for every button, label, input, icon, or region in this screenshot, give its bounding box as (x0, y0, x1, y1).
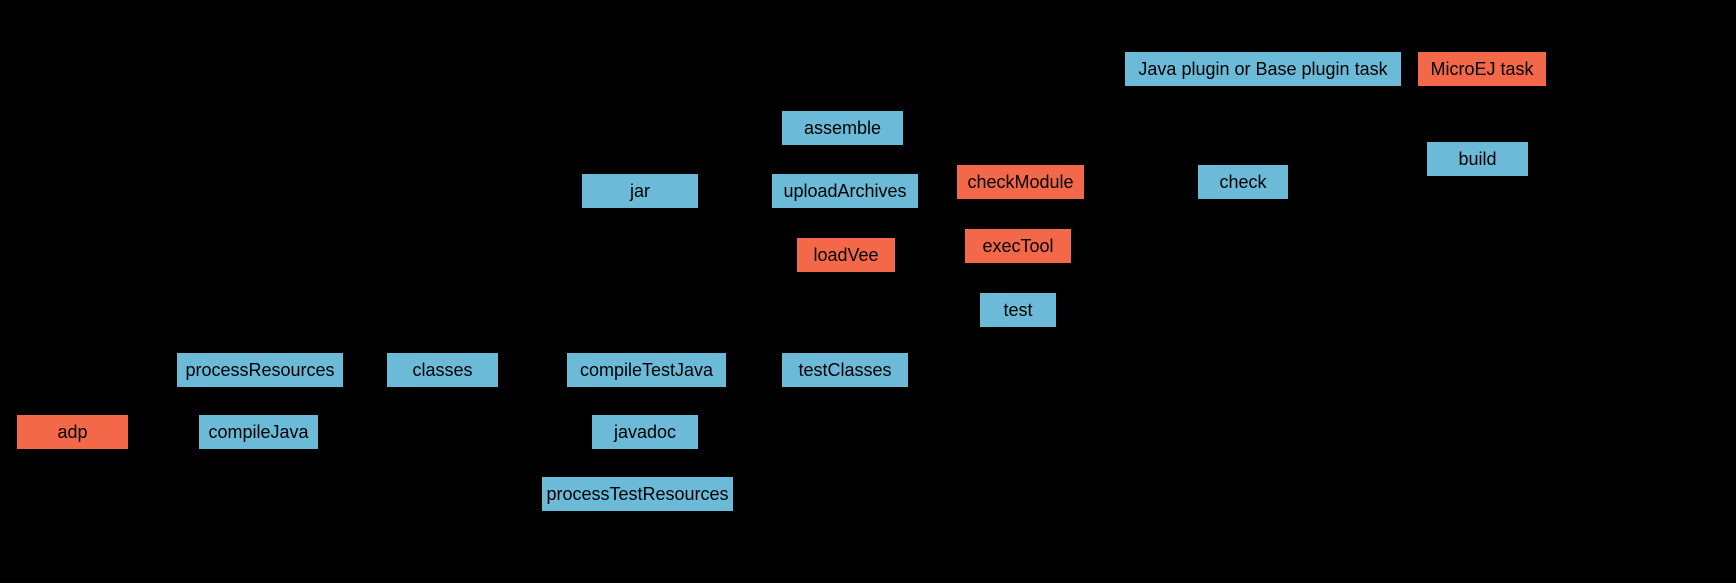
node-loadVee-label: loadVee (813, 245, 878, 266)
node-testClasses-label: testClasses (798, 360, 891, 381)
node-assemble-label: assemble (804, 118, 881, 139)
node-processTestResources: processTestResources (540, 475, 735, 513)
node-execTool: execTool (963, 227, 1073, 265)
node-build: build (1425, 140, 1530, 178)
node-classes-label: classes (412, 360, 472, 381)
node-compileTestJava-label: compileTestJava (580, 360, 713, 381)
legend-java-base: Java plugin or Base plugin task (1123, 50, 1403, 88)
node-compileJava: compileJava (197, 413, 320, 451)
node-classes: classes (385, 351, 500, 389)
node-adp: adp (15, 413, 130, 451)
legend-java-base-label: Java plugin or Base plugin task (1138, 59, 1387, 80)
node-test: test (978, 291, 1058, 329)
node-processTestResources-label: processTestResources (546, 484, 728, 505)
node-check: check (1196, 163, 1290, 201)
node-execTool-label: execTool (982, 236, 1053, 257)
node-testClasses: testClasses (780, 351, 910, 389)
node-build-label: build (1458, 149, 1496, 170)
node-processResources: processResources (175, 351, 345, 389)
legend-microej-label: MicroEJ task (1430, 59, 1533, 80)
node-javadoc-label: javadoc (614, 422, 676, 443)
node-checkModule-label: checkModule (967, 172, 1073, 193)
node-compileTestJava: compileTestJava (565, 351, 728, 389)
node-check-label: check (1219, 172, 1266, 193)
node-jar: jar (580, 172, 700, 210)
node-test-label: test (1003, 300, 1032, 321)
node-uploadArchives-label: uploadArchives (783, 181, 906, 202)
legend-microej: MicroEJ task (1416, 50, 1548, 88)
node-assemble: assemble (780, 109, 905, 147)
node-adp-label: adp (57, 422, 87, 443)
node-javadoc: javadoc (590, 413, 700, 451)
node-uploadArchives: uploadArchives (770, 172, 920, 210)
node-checkModule: checkModule (955, 163, 1086, 201)
node-compileJava-label: compileJava (208, 422, 308, 443)
node-jar-label: jar (630, 181, 650, 202)
node-processResources-label: processResources (185, 360, 334, 381)
node-loadVee: loadVee (795, 236, 897, 274)
